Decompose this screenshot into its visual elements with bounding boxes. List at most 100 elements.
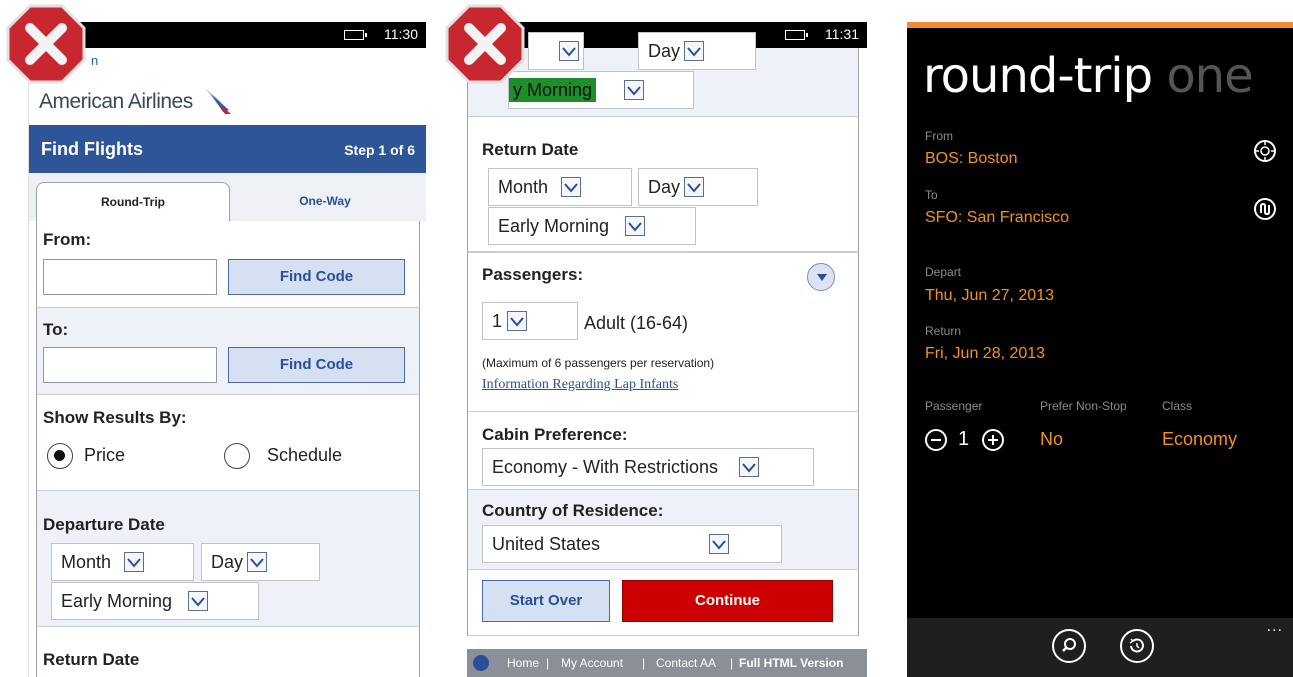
- passenger-count: 1: [958, 428, 970, 450]
- footer-nav: Home | My Account | Contact AA | Full HT…: [467, 649, 867, 677]
- departure-month-select[interactable]: [528, 32, 584, 70]
- departure-month-select[interactable]: Month: [51, 543, 194, 581]
- passenger-count-select[interactable]: 1: [482, 302, 578, 340]
- footer-contact-link[interactable]: Contact AA: [656, 649, 716, 677]
- to-input[interactable]: [43, 347, 217, 383]
- dropdown-arrow-icon: [624, 80, 644, 100]
- pivot-round-trip[interactable]: round-trip: [923, 48, 1153, 104]
- x-mark-icon: [6, 4, 86, 84]
- cabin-select[interactable]: Economy - With Restrictions: [482, 448, 814, 486]
- departure-day-value: Day: [211, 552, 244, 572]
- continue-button[interactable]: Continue: [622, 580, 833, 622]
- nonstop-value[interactable]: No: [1040, 429, 1063, 450]
- dropdown-arrow-icon: [684, 41, 704, 61]
- location-icon[interactable]: [1253, 139, 1277, 163]
- tab-round-trip[interactable]: Round-Trip: [36, 182, 230, 222]
- app-bar: ...: [907, 618, 1293, 677]
- battery-icon: [344, 30, 367, 40]
- find-flights-header: Find Flights Step 1 of 6: [29, 125, 426, 173]
- minus-icon[interactable]: [925, 429, 947, 451]
- footer-home-link[interactable]: Home: [507, 649, 539, 677]
- actions-section: Start Over Continue: [467, 570, 859, 636]
- expand-icon[interactable]: [807, 263, 835, 291]
- dropdown-arrow-icon: [625, 216, 645, 236]
- show-results-label: Show Results By:: [43, 408, 187, 427]
- return-time-select[interactable]: Early Morning: [488, 207, 696, 245]
- departure-label: Departure Date: [43, 515, 165, 534]
- dropdown-arrow-icon: [188, 591, 208, 611]
- radio-schedule[interactable]: [224, 443, 250, 469]
- search-icon[interactable]: [1052, 629, 1086, 663]
- tab-one-way[interactable]: One-Way: [230, 182, 420, 222]
- footer-account-link[interactable]: My Account: [561, 649, 623, 677]
- passenger-type-label: Adult (16-64): [584, 313, 689, 333]
- globe-icon: [473, 655, 489, 671]
- pivot-header: round-trip one: [923, 48, 1254, 104]
- dropdown-arrow-icon: [709, 534, 729, 554]
- passenger-count-value: 1: [492, 311, 503, 331]
- departure-month-value: Month: [61, 552, 112, 572]
- departure-day-value: Day: [648, 41, 681, 61]
- radio-price-label: Price: [84, 445, 126, 465]
- nonstop-caption: Prefer Non-Stop: [1040, 399, 1127, 413]
- return-section: Return Date: [36, 627, 420, 677]
- lap-infants-link[interactable]: Information Regarding Lap Infants: [482, 377, 678, 393]
- to-value[interactable]: SFO: San Francisco: [925, 209, 1069, 227]
- departure-time-select[interactable]: y Morning: [508, 71, 694, 109]
- to-caption: To: [925, 188, 938, 202]
- return-month-value: Month: [498, 177, 549, 197]
- radio-price[interactable]: [47, 443, 73, 469]
- footer-separator: |: [546, 656, 550, 670]
- passengers-section: Passengers: 1 Adult (16-64) (Maximum of …: [467, 252, 859, 412]
- from-caption: From: [925, 129, 953, 143]
- return-label: Return Date: [482, 140, 579, 159]
- footer-separator: |: [642, 656, 646, 670]
- departure-day-select[interactable]: Day: [201, 543, 320, 581]
- return-month-select[interactable]: Month: [488, 168, 632, 206]
- depart-value[interactable]: Thu, Jun 27, 2013: [925, 287, 1054, 305]
- accent-bar: [907, 22, 1293, 28]
- footer-separator: |: [730, 656, 734, 670]
- dropdown-arrow-icon: [561, 177, 581, 197]
- to-find-code-button[interactable]: Find Code: [228, 347, 405, 383]
- passengers-label: Passengers:: [482, 265, 584, 284]
- dropdown-arrow-icon: [559, 41, 579, 61]
- country-label: Country of Residence:: [482, 501, 664, 520]
- back-link[interactable]: n: [91, 53, 98, 68]
- from-value[interactable]: BOS: Boston: [925, 150, 1018, 168]
- return-label: Return Date: [43, 650, 140, 669]
- to-section: To: Find Code: [36, 308, 420, 395]
- country-select[interactable]: United States: [482, 525, 782, 563]
- cabin-value: Economy - With Restrictions: [492, 457, 719, 477]
- to-label: To:: [43, 320, 69, 339]
- departure-section-partial: Day y Morning: [467, 32, 859, 117]
- dropdown-arrow-icon: [507, 311, 527, 331]
- departure-time-select[interactable]: Early Morning: [51, 582, 259, 620]
- dropdown-arrow-icon: [739, 457, 759, 477]
- country-value: United States: [492, 534, 601, 554]
- status-time: 11:31: [825, 26, 859, 42]
- class-value[interactable]: Economy: [1162, 429, 1237, 450]
- history-icon[interactable]: [1120, 629, 1154, 663]
- cabin-label: Cabin Preference:: [482, 425, 628, 444]
- return-day-select[interactable]: Day: [638, 168, 758, 206]
- class-caption: Class: [1162, 399, 1193, 413]
- show-results-section: Show Results By: Price Schedule: [36, 395, 420, 491]
- from-find-code-button[interactable]: Find Code: [228, 259, 405, 295]
- return-value[interactable]: Fri, Jun 28, 2013: [925, 345, 1045, 363]
- more-options-button[interactable]: ...: [1267, 618, 1283, 636]
- swap-icon[interactable]: [1253, 197, 1277, 221]
- aa-eagle-logo-icon: [205, 88, 231, 114]
- aa-logo-text: American Airlines: [39, 90, 193, 113]
- plus-icon[interactable]: [982, 429, 1004, 451]
- start-over-button[interactable]: Start Over: [482, 580, 610, 622]
- pivot-one-way[interactable]: one: [1166, 48, 1253, 104]
- return-time-value: Early Morning: [498, 216, 610, 236]
- from-label: From:: [43, 230, 92, 249]
- from-input[interactable]: [43, 259, 217, 295]
- country-section: Country of Residence: United States: [467, 490, 859, 570]
- american-airlines-mobile-step1: 11:30 n American Airlines Find Flights S…: [28, 22, 426, 677]
- departure-day-select[interactable]: Day: [638, 32, 756, 70]
- cabin-section: Cabin Preference: Economy - With Restric…: [467, 412, 859, 490]
- footer-full-html-link[interactable]: Full HTML Version: [739, 649, 843, 677]
